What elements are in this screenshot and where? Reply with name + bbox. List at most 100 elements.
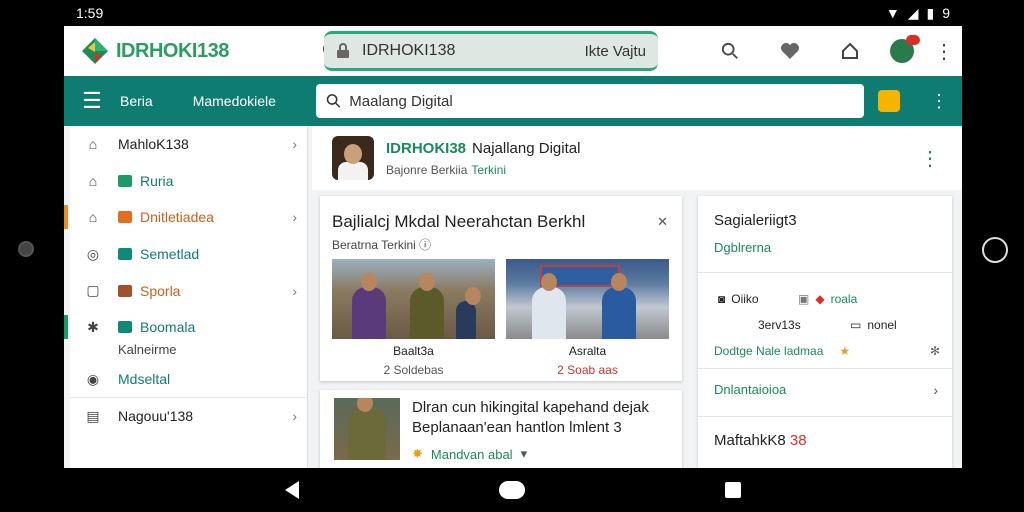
news-meta: ✸ Mandvan abal ▾ bbox=[412, 446, 528, 462]
chevron-right-icon[interactable]: › bbox=[933, 382, 938, 398]
info-card: Sagialeriigt3 Dgblrerna ◙ Oiiko ▣ ◆ roal… bbox=[698, 196, 952, 468]
heart-icon[interactable] bbox=[770, 31, 810, 71]
chevron-right-icon: › bbox=[292, 282, 297, 299]
card-subtitle: Beratrna Terkini ⓘ bbox=[332, 238, 432, 252]
search-icon bbox=[326, 94, 341, 108]
page-subtitle: Bajonre Berkiia Terkini bbox=[386, 162, 507, 177]
circle-icon: ◉ bbox=[86, 370, 100, 387]
main-content: IDRHOKI38 Najallang Digital Bajonre Berki… bbox=[312, 126, 962, 468]
sidebar-item-label: Ruria bbox=[140, 172, 174, 189]
chevron-right-icon: › bbox=[292, 209, 297, 226]
home-icon[interactable] bbox=[830, 31, 870, 71]
system-nav-bar bbox=[64, 468, 962, 512]
nav-link-beria[interactable]: Beria bbox=[120, 93, 153, 109]
app-screen: IDRHOKI138 IDRHOKI138 Ikte Vajtu ⋮ ☰ Ber… bbox=[64, 26, 962, 468]
card-title: Sagialeriigt3 bbox=[714, 212, 797, 229]
address-bar[interactable]: IDRHOKI138 Ikte Vajtu bbox=[324, 31, 658, 71]
search-box[interactable] bbox=[316, 84, 864, 118]
info-icon: ◎ bbox=[86, 245, 100, 262]
photo-caption: Baalt3a bbox=[393, 344, 434, 358]
page-header: IDRHOKI38 Najallang Digital Bajonre Berki… bbox=[312, 126, 962, 190]
fire-icon: ◆ bbox=[815, 292, 825, 306]
logo-icon bbox=[82, 38, 108, 64]
window-icon: ▭ bbox=[850, 318, 862, 332]
sidebar-item-6[interactable]: ◉ Mdseltal bbox=[70, 362, 307, 399]
chevron-right-icon: › bbox=[292, 136, 297, 153]
house-icon: ⌂ bbox=[88, 209, 98, 226]
sidebar-item-label: Boomala bbox=[140, 319, 196, 336]
camera-icon: ◙ bbox=[718, 292, 726, 306]
lock-icon bbox=[337, 43, 349, 58]
search-icon[interactable] bbox=[710, 31, 750, 71]
sidebar-item-label: Semetlad bbox=[140, 246, 200, 263]
more-vertical-icon[interactable]: ⋮ bbox=[930, 91, 948, 112]
battery-icon: ▮ bbox=[926, 4, 935, 21]
status-time: 1:59 bbox=[76, 5, 104, 21]
bag-icon: ▣ bbox=[798, 292, 810, 306]
nav-link-mamedokiele[interactable]: Mamedokiele bbox=[193, 93, 276, 109]
url-text: IDRHOKI138 bbox=[362, 42, 456, 59]
app-header: IDRHOKI138 IDRHOKI138 Ikte Vajtu ⋮ bbox=[64, 26, 962, 76]
square-badge-icon bbox=[118, 248, 132, 261]
sidebar-item-label: MahloK138 bbox=[118, 136, 189, 153]
page-title: IDRHOKI38 Najallang Digital bbox=[386, 139, 581, 157]
card-link[interactable]: Dnlantaioioa bbox=[714, 382, 786, 397]
photo-caption: Asralta bbox=[568, 344, 607, 358]
back-icon[interactable] bbox=[285, 481, 299, 499]
close-icon[interactable]: ✕ bbox=[657, 214, 668, 230]
chevron-right-icon: › bbox=[292, 408, 297, 425]
camera-dot bbox=[18, 241, 34, 257]
sidebar-item-label: Dnitletiadea bbox=[140, 209, 214, 226]
sidebar: ⌂ MahloK138 › ⌂ Ruria ⌂ Dnitletiadea › ◎… bbox=[64, 126, 308, 468]
brand-name: IDRHOKI138 bbox=[116, 39, 229, 62]
sidebar-item-1[interactable]: ⌂ Ruria bbox=[70, 163, 307, 200]
card-title: Bajlialcj Mkdal Neerahctan Berkhl bbox=[332, 212, 586, 231]
square-badge-icon bbox=[118, 174, 132, 187]
news-text: Dlran cun hikingital kapehand dejak Bepl… bbox=[412, 399, 649, 436]
chevron-down-icon[interactable]: ▾ bbox=[521, 446, 528, 462]
recent-apps-icon[interactable] bbox=[725, 482, 741, 498]
side-button-icon[interactable] bbox=[982, 237, 1008, 263]
sidebar-item-5[interactable]: ✱ Boomala bbox=[64, 309, 307, 346]
search-input[interactable] bbox=[349, 92, 854, 110]
square-badge-icon bbox=[118, 284, 132, 297]
sidebar-item-label: Nagouu'138 bbox=[118, 408, 194, 425]
sidebar-item-3[interactable]: ◎ Semetlad bbox=[70, 236, 307, 273]
brand[interactable]: IDRHOKI138 bbox=[64, 36, 312, 66]
sidebar-item-2[interactable]: ⌂ Dnitletiadea › bbox=[64, 199, 307, 236]
news-card[interactable]: Dlran cun hikingital kapehand dejak Bepl… bbox=[320, 390, 682, 468]
sun-icon: ✸ bbox=[412, 446, 423, 461]
list-icon: ▤ bbox=[86, 407, 100, 424]
battery-level: 9 bbox=[942, 5, 950, 21]
news-card[interactable]: Bajlialcj Mkdal Neerahctan Berkhl ✕ Bera… bbox=[320, 196, 682, 381]
tools-icon: ✱ bbox=[87, 318, 99, 335]
card-subtitle: Dgblrerna bbox=[714, 240, 772, 255]
sidebar-item-7[interactable]: ▤ Nagouu'138 › bbox=[70, 398, 307, 435]
square-badge-icon bbox=[118, 211, 132, 224]
sidebar-item-0[interactable]: ⌂ MahloK138 › bbox=[70, 126, 307, 163]
page-avatar[interactable] bbox=[332, 136, 374, 180]
avatar[interactable] bbox=[890, 35, 920, 63]
news-photo[interactable] bbox=[506, 259, 669, 339]
news-photo[interactable] bbox=[332, 259, 495, 339]
home-icon: ⌂ bbox=[88, 136, 98, 153]
home-button-icon[interactable] bbox=[499, 481, 525, 499]
more-vertical-icon[interactable]: ⋮ bbox=[934, 31, 954, 71]
sidebar-item-label: Mdseltal bbox=[118, 371, 171, 388]
settings-icon[interactable]: ✻ bbox=[930, 344, 940, 358]
news-thumbnail[interactable] bbox=[334, 398, 400, 460]
menu-icon[interactable]: ☰ bbox=[64, 88, 120, 114]
thumbs-up-icon[interactable] bbox=[878, 90, 900, 112]
star-icon: ★ bbox=[839, 344, 851, 358]
chat-icon: ▢ bbox=[86, 282, 100, 299]
card-footer-title: MaftahkK8 38 bbox=[714, 432, 807, 449]
signal-icon: ◢ bbox=[907, 4, 919, 21]
photo-subcaption: 2 Soldebas bbox=[383, 363, 444, 377]
photo-subcaption: 2 Soab aas bbox=[557, 363, 618, 377]
square-badge-icon bbox=[118, 321, 132, 334]
more-vertical-icon[interactable]: ⋮ bbox=[920, 146, 940, 171]
nav-bar: ☰ Beria Mamedokiele ⋮ bbox=[64, 76, 962, 126]
sidebar-item-label: Sporla bbox=[140, 282, 181, 299]
sidebar-item-4[interactable]: ▢ Sporla › bbox=[70, 272, 307, 309]
status-bar: 1:59 ▼ ◢ ▮ 9 bbox=[64, 0, 962, 26]
